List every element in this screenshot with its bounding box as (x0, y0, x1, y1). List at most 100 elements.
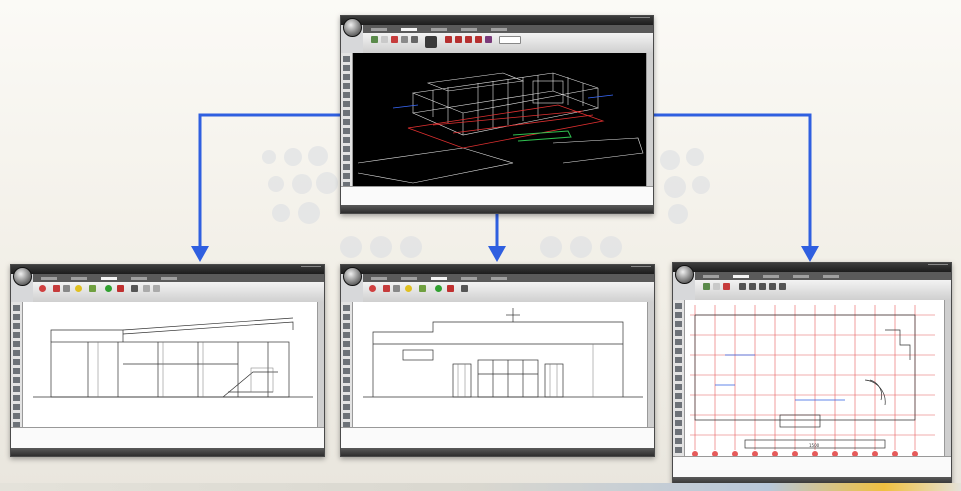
building-wireframe (357, 72, 644, 184)
ribbon-tab[interactable] (461, 276, 477, 280)
tool-icon[interactable] (435, 285, 442, 292)
tool-icon[interactable] (383, 285, 390, 292)
app-menu-orb-icon[interactable] (675, 265, 694, 284)
left-toolbar[interactable] (341, 53, 353, 213)
tool-icon[interactable] (405, 285, 412, 292)
tool-icon[interactable] (153, 285, 160, 292)
tool-icon[interactable] (723, 283, 730, 290)
window-controls[interactable] (630, 17, 650, 24)
floor-plan-drawing: 1500 (690, 305, 935, 457)
tool-icon[interactable] (779, 283, 786, 290)
tool-icon[interactable] (53, 285, 60, 292)
tool-icon[interactable] (475, 36, 482, 43)
tool-icon[interactable] (713, 283, 720, 290)
ribbon-tab[interactable] (41, 276, 57, 280)
tool-icon[interactable] (703, 283, 710, 290)
tool-icon[interactable] (447, 285, 454, 292)
tool-icon[interactable] (769, 283, 776, 290)
ribbon-tab[interactable] (161, 276, 177, 280)
tool-icon[interactable] (117, 285, 124, 292)
tool-icon[interactable] (381, 36, 388, 43)
plan-dimension-label: 1500 (809, 443, 820, 448)
viewport-front-elevation[interactable] (353, 302, 647, 428)
tool-icon[interactable] (419, 285, 426, 292)
tool-icon[interactable] (411, 36, 418, 43)
tool-icon[interactable] (393, 285, 400, 292)
window-controls[interactable] (631, 266, 651, 273)
tool-icon[interactable] (143, 285, 150, 292)
ribbon-toolbar[interactable] (363, 282, 654, 303)
right-panel-tabs[interactable] (646, 53, 653, 199)
command-line[interactable] (341, 427, 654, 448)
right-panel-tabs[interactable] (317, 302, 324, 442)
ribbon-toolbar[interactable] (363, 33, 653, 54)
ribbon-tab[interactable] (703, 274, 719, 278)
viewport-floor-plan[interactable]: 1500 (685, 300, 944, 459)
tool-icon[interactable] (465, 36, 472, 43)
left-toolbar[interactable] (341, 302, 353, 446)
tool-icon[interactable] (63, 285, 70, 292)
viewport-3d[interactable] (353, 53, 646, 187)
ribbon-tab[interactable] (431, 27, 447, 31)
window-floor-plan[interactable]: 1500 (672, 262, 952, 486)
command-line[interactable] (11, 427, 324, 448)
ribbon-toolbar[interactable] (695, 280, 951, 301)
tool-icon[interactable] (455, 36, 462, 43)
arrow-head-middle (488, 246, 506, 262)
tool-icon[interactable] (371, 36, 378, 43)
tool-icon[interactable] (445, 36, 452, 43)
ribbon-tab[interactable] (491, 27, 507, 31)
app-menu-orb-icon[interactable] (13, 267, 32, 286)
right-panel-tabs[interactable] (647, 302, 654, 442)
tool-icon[interactable] (75, 285, 82, 292)
command-line[interactable] (673, 456, 951, 477)
ribbon-tabs[interactable] (695, 272, 951, 280)
command-line[interactable] (341, 186, 653, 205)
window-front-elevation[interactable] (340, 264, 655, 457)
ribbon-tab[interactable] (461, 27, 477, 31)
ribbon-tab[interactable] (431, 276, 447, 280)
tool-icon[interactable] (401, 36, 408, 43)
ribbon-tab[interactable] (491, 276, 507, 280)
render-button-icon[interactable] (425, 36, 437, 48)
ribbon-tabs[interactable] (363, 25, 653, 33)
ribbon-tab[interactable] (101, 276, 117, 280)
ribbon-tab[interactable] (793, 274, 809, 278)
left-toolbar[interactable] (11, 302, 23, 446)
tool-icon[interactable] (105, 285, 112, 292)
ribbon-tab[interactable] (401, 27, 417, 31)
ribbon-toolbar[interactable] (33, 282, 324, 303)
ribbon-tab[interactable] (371, 276, 387, 280)
window-controls[interactable] (301, 266, 321, 273)
arrow-to-side-elevation (198, 113, 340, 248)
arrow-to-floor-plan (652, 113, 812, 248)
tool-icon[interactable] (89, 285, 96, 292)
tool-icon[interactable] (369, 285, 376, 292)
ribbon-tab[interactable] (763, 274, 779, 278)
ribbon-tabs[interactable] (33, 274, 324, 282)
app-menu-orb-icon[interactable] (343, 18, 362, 37)
window-controls[interactable] (928, 264, 948, 271)
app-menu-orb-icon[interactable] (343, 267, 362, 286)
tool-icon[interactable] (461, 285, 468, 292)
tool-icon[interactable] (749, 283, 756, 290)
ribbon-tab[interactable] (733, 274, 749, 278)
ribbon-tab[interactable] (71, 276, 87, 280)
tool-icon[interactable] (39, 285, 46, 292)
dropdown[interactable] (499, 36, 521, 44)
viewport-side-elevation[interactable] (23, 302, 317, 428)
tool-icon[interactable] (759, 283, 766, 290)
tool-icon[interactable] (131, 285, 138, 292)
left-toolbar[interactable] (673, 300, 685, 471)
window-side-elevation[interactable] (10, 264, 325, 457)
ribbon-tabs[interactable] (363, 274, 654, 282)
tool-icon[interactable] (485, 36, 492, 43)
ribbon-tab[interactable] (401, 276, 417, 280)
window-3d-model[interactable] (340, 15, 654, 214)
right-panel-tabs[interactable] (944, 300, 951, 471)
ribbon-tab[interactable] (371, 27, 387, 31)
tool-icon[interactable] (391, 36, 398, 43)
tool-icon[interactable] (739, 283, 746, 290)
ribbon-tab[interactable] (823, 274, 839, 278)
ribbon-tab[interactable] (131, 276, 147, 280)
